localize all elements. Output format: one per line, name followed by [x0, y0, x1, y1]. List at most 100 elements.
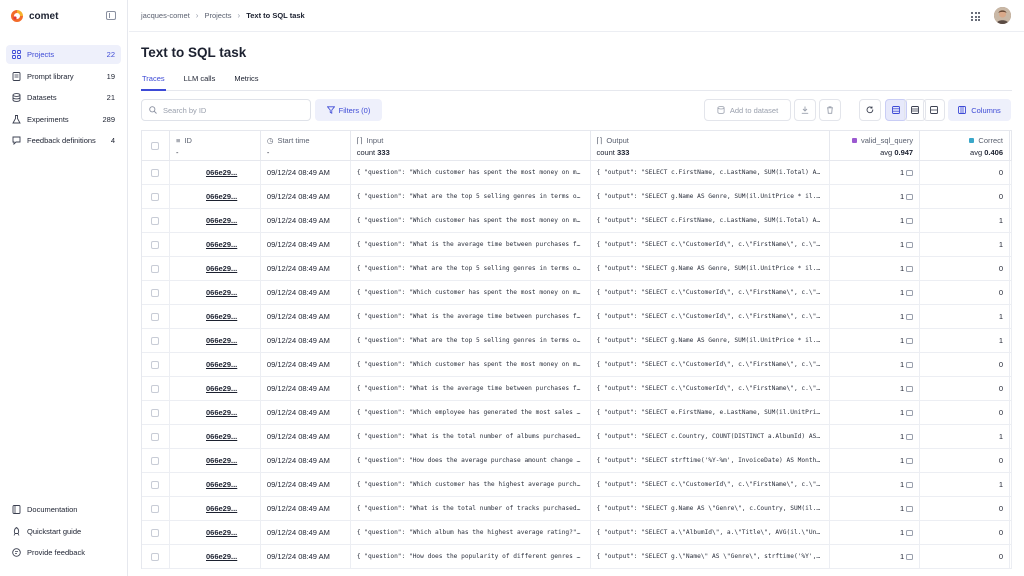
- output-cell[interactable]: { "output": "SELECT g.Name AS Genre, SUM…: [591, 185, 831, 208]
- trace-id-link[interactable]: 066e29...: [170, 161, 261, 184]
- valid-sql-query-cell[interactable]: 1: [830, 257, 921, 280]
- apps-grid-icon[interactable]: [971, 12, 980, 21]
- valid-sql-query-cell[interactable]: 1: [830, 305, 921, 328]
- table-row[interactable]: 066e29... 09/12/24 08:49 AM { "question": …: [142, 425, 1012, 449]
- input-cell[interactable]: { "question": "What is the average time …: [351, 233, 591, 256]
- table-row[interactable]: 066e29... 09/12/24 08:49 AM { "question": …: [142, 257, 1012, 281]
- input-cell[interactable]: { "question": "Which customer has spent …: [351, 353, 591, 376]
- output-cell[interactable]: { "output": "SELECT g.Name AS Genre, SUM…: [591, 329, 831, 352]
- correct-cell[interactable]: 0: [920, 449, 1010, 472]
- column-header-correct[interactable]: Correct avg 0.406: [920, 131, 1011, 160]
- table-row[interactable]: 066e29... 09/12/24 08:49 AM { "question": …: [142, 353, 1012, 377]
- correct-cell[interactable]: 0: [920, 545, 1010, 568]
- table-row[interactable]: 066e29... 09/12/24 08:49 AM { "question": …: [142, 473, 1012, 497]
- sidebar-item-experiments[interactable]: Experiments 289: [6, 110, 121, 129]
- tab-metrics[interactable]: Metrics: [233, 70, 259, 91]
- column-header-id[interactable]: ≡ ID -: [170, 131, 261, 160]
- trace-id-link[interactable]: 066e29...: [170, 305, 261, 328]
- output-cell[interactable]: { "output": "SELECT strftime('%Y-%m', In…: [591, 449, 831, 472]
- row-checkbox[interactable]: [151, 240, 160, 249]
- tab-llm-calls[interactable]: LLM calls: [183, 70, 217, 91]
- correct-cell[interactable]: 0: [920, 497, 1010, 520]
- trace-id-link[interactable]: 066e29...: [170, 257, 261, 280]
- comment-icon[interactable]: [906, 553, 914, 560]
- table-row[interactable]: 066e29... 09/12/24 08:49 AM { "question": …: [142, 521, 1012, 545]
- correct-cell[interactable]: 0: [920, 185, 1010, 208]
- output-cell[interactable]: { "output": "SELECT e.FirstName, e.LastN…: [591, 401, 831, 424]
- comment-icon[interactable]: [906, 217, 914, 224]
- trace-id-link[interactable]: 066e29...: [170, 473, 261, 496]
- input-cell[interactable]: { "question": "What is the average time …: [351, 377, 591, 400]
- input-cell[interactable]: { "question": "Which customer has the hi…: [351, 473, 591, 496]
- table-row[interactable]: 066e29... 09/12/24 08:49 AM { "question": …: [142, 497, 1012, 521]
- table-row[interactable]: 066e29... 09/12/24 08:49 AM { "question": …: [142, 449, 1012, 473]
- correct-cell[interactable]: 0: [920, 521, 1010, 544]
- trace-id-link[interactable]: 066e29...: [170, 449, 261, 472]
- quickstart-guide-link[interactable]: Quickstart guide: [6, 522, 121, 541]
- comment-icon[interactable]: [906, 385, 914, 392]
- trace-id-link[interactable]: 066e29...: [170, 209, 261, 232]
- comment-icon[interactable]: [906, 457, 914, 464]
- input-cell[interactable]: { "question": "What are the top 5 sellin…: [351, 329, 591, 352]
- trace-id-link[interactable]: 066e29...: [170, 377, 261, 400]
- valid-sql-query-cell[interactable]: 1: [830, 521, 921, 544]
- refresh-button[interactable]: [859, 99, 881, 121]
- trace-id-link[interactable]: 066e29...: [170, 545, 261, 568]
- row-checkbox[interactable]: [151, 336, 160, 345]
- valid-sql-query-cell[interactable]: 1: [830, 161, 921, 184]
- comet-logo[interactable]: comet: [10, 8, 58, 24]
- valid-sql-query-cell[interactable]: 1: [830, 209, 921, 232]
- trace-id-link[interactable]: 066e29...: [170, 401, 261, 424]
- table-row[interactable]: 066e29... 09/12/24 08:49 AM { "question": …: [142, 161, 1012, 185]
- input-cell[interactable]: { "question": "What is the average time …: [351, 305, 591, 328]
- valid-sql-query-cell[interactable]: 1: [830, 449, 921, 472]
- correct-cell[interactable]: 1: [920, 209, 1010, 232]
- row-checkbox[interactable]: [151, 384, 160, 393]
- table-row[interactable]: 066e29... 09/12/24 08:49 AM { "question": …: [142, 545, 1012, 569]
- correct-cell[interactable]: 1: [920, 305, 1010, 328]
- row-checkbox[interactable]: [151, 432, 160, 441]
- row-checkbox[interactable]: [151, 288, 160, 297]
- row-checkbox[interactable]: [151, 264, 160, 273]
- input-cell[interactable]: { "question": "How does the popularity o…: [351, 545, 591, 568]
- row-checkbox[interactable]: [151, 312, 160, 321]
- comment-icon[interactable]: [906, 169, 914, 176]
- table-row[interactable]: 066e29... 09/12/24 08:49 AM { "question": …: [142, 281, 1012, 305]
- valid-sql-query-cell[interactable]: 1: [830, 329, 921, 352]
- input-cell[interactable]: { "question": "What is the total number …: [351, 497, 591, 520]
- row-checkbox[interactable]: [151, 456, 160, 465]
- correct-cell[interactable]: 0: [920, 401, 1010, 424]
- comment-icon[interactable]: [906, 337, 914, 344]
- comment-icon[interactable]: [906, 505, 914, 512]
- sidebar-item-feedback-definitions[interactable]: Feedback definitions 4: [6, 131, 121, 150]
- valid-sql-query-cell[interactable]: 1: [830, 185, 921, 208]
- table-row[interactable]: 066e29... 09/12/24 08:49 AM { "question": …: [142, 377, 1012, 401]
- valid-sql-query-cell[interactable]: 1: [830, 473, 921, 496]
- input-cell[interactable]: { "question": "What are the top 5 sellin…: [351, 185, 591, 208]
- trace-id-link[interactable]: 066e29...: [170, 521, 261, 544]
- comment-icon[interactable]: [906, 241, 914, 248]
- breadcrumb-projects[interactable]: Projects: [204, 11, 231, 20]
- output-cell[interactable]: { "output": "SELECT c.FirstName, c.LastN…: [591, 209, 831, 232]
- correct-cell[interactable]: 1: [920, 425, 1010, 448]
- input-cell[interactable]: { "question": "Which album has the highe…: [351, 521, 591, 544]
- column-header-input[interactable]: ⌈⌉ Input count 333: [351, 131, 591, 160]
- trace-id-link[interactable]: 066e29...: [170, 281, 261, 304]
- trace-id-link[interactable]: 066e29...: [170, 329, 261, 352]
- comment-icon[interactable]: [906, 313, 914, 320]
- correct-cell[interactable]: 0: [920, 353, 1010, 376]
- trace-id-link[interactable]: 066e29...: [170, 185, 261, 208]
- valid-sql-query-cell[interactable]: 1: [830, 353, 921, 376]
- input-cell[interactable]: { "question": "Which customer has spent …: [351, 209, 591, 232]
- row-checkbox[interactable]: [151, 360, 160, 369]
- row-checkbox[interactable]: [151, 528, 160, 537]
- valid-sql-query-cell[interactable]: 1: [830, 545, 921, 568]
- trace-id-link[interactable]: 066e29...: [170, 353, 261, 376]
- output-cell[interactable]: { "output": "SELECT a.\"AlbumId\", a.\"T…: [591, 521, 831, 544]
- table-row[interactable]: 066e29... 09/12/24 08:49 AM { "question": …: [142, 305, 1012, 329]
- table-row[interactable]: 066e29... 09/12/24 08:49 AM { "question": …: [142, 233, 1012, 257]
- correct-cell[interactable]: 0: [920, 161, 1010, 184]
- output-cell[interactable]: { "output": "SELECT c.Country, COUNT(DIS…: [591, 425, 831, 448]
- comment-icon[interactable]: [906, 193, 914, 200]
- valid-sql-query-cell[interactable]: 1: [830, 281, 921, 304]
